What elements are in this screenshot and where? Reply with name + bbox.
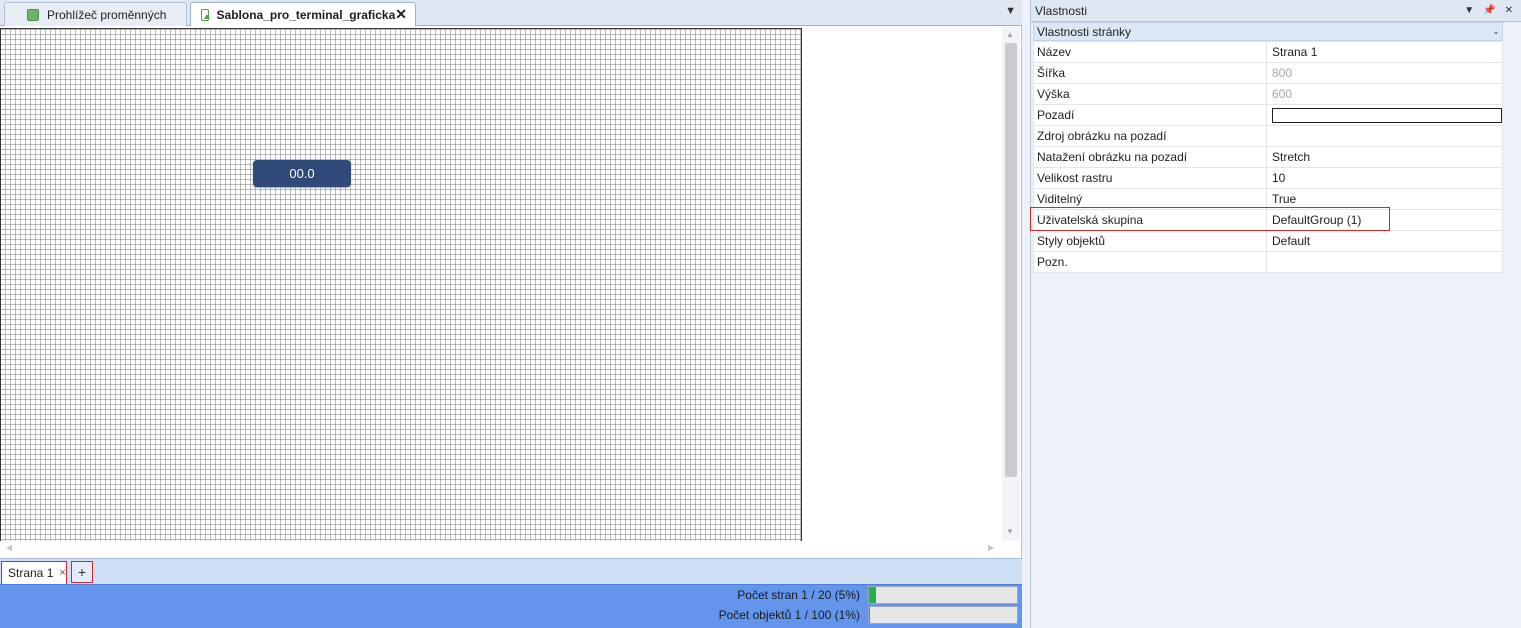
property-name: Natažení obrázku na pozadí: [1033, 146, 1267, 168]
tab-template-graphic[interactable]: Sablona_pro_terminal_graficka ✕: [190, 2, 416, 27]
page-grid[interactable]: [0, 28, 802, 541]
scroll-down-icon[interactable]: ▼: [1006, 527, 1014, 536]
object-count-progress-fill: [869, 607, 871, 623]
background-color-value[interactable]: [1266, 104, 1503, 126]
property-value[interactable]: True: [1266, 188, 1503, 210]
property-name: Výška: [1033, 83, 1267, 105]
object-count-stat: Počet objektů 1 / 100 (1%): [719, 605, 1018, 625]
property-name: Styly objektů: [1033, 230, 1267, 252]
page-tab-strana-1[interactable]: Strana 1 ×: [1, 561, 67, 585]
property-value[interactable]: 10: [1266, 167, 1503, 189]
property-value[interactable]: Strana 1: [1266, 41, 1503, 63]
tab-list-dropdown-icon[interactable]: ▼: [1005, 5, 1016, 17]
image-document-icon: [201, 8, 210, 21]
scroll-thumb[interactable]: [1005, 43, 1017, 477]
property-value[interactable]: [1266, 125, 1503, 147]
page-tab-label: Strana 1: [8, 566, 54, 580]
property-name: Velikost rastru: [1033, 167, 1267, 189]
property-row[interactable]: Zdroj obrázku na pozadí: [1033, 125, 1503, 147]
properties-panel: Vlastnosti ▼ 📌 ✕ Vlastnosti stránky - Ná…: [1030, 0, 1521, 628]
editor-pane: Prohlížeč proměnných Sablona_pro_termina…: [0, 0, 1022, 628]
property-name: Pozadí: [1033, 104, 1267, 126]
property-name: Pozn.: [1033, 251, 1267, 273]
properties-header: Vlastnosti ▼ 📌 ✕: [1031, 0, 1521, 22]
close-icon[interactable]: ✕: [1505, 5, 1513, 16]
scroll-left-icon[interactable]: ◀: [6, 543, 12, 552]
property-row[interactable]: Výška 600: [1033, 83, 1503, 105]
app-window: Prohlížeč proměnných Sablona_pro_termina…: [0, 0, 1521, 628]
property-name: Uživatelská skupina: [1033, 209, 1267, 231]
variable-list-icon: [27, 8, 39, 21]
tab-label: Sablona_pro_terminal_graficka: [216, 7, 396, 22]
horizontal-scrollbar[interactable]: ◀ ▶: [0, 541, 1002, 557]
property-value[interactable]: DefaultGroup (1): [1266, 209, 1503, 231]
design-canvas[interactable]: 00.0: [0, 27, 1002, 541]
scroll-right-icon[interactable]: ▶: [988, 543, 994, 552]
tab-label: Prohlížeč proměnných: [47, 7, 167, 22]
property-row-user-group[interactable]: Uživatelská skupina DefaultGroup (1): [1033, 209, 1503, 231]
page-count-label: Počet stran 1 / 20 (5%): [737, 588, 860, 602]
close-page-icon[interactable]: ×: [59, 567, 65, 579]
status-bar: Počet stran 1 / 20 (5%) Počet objektů 1 …: [0, 584, 1022, 628]
property-value: 800: [1266, 62, 1503, 84]
property-row[interactable]: Natažení obrázku na pozadí Stretch: [1033, 146, 1503, 168]
section-title: Vlastnosti stránky: [1037, 24, 1132, 39]
property-value[interactable]: Stretch: [1266, 146, 1503, 168]
object-count-label: Počet objektů 1 / 100 (1%): [718, 608, 860, 622]
property-name: Šířka: [1033, 62, 1267, 84]
property-row[interactable]: Velikost rastru 10: [1033, 167, 1503, 189]
page-count-progress: [868, 586, 1018, 604]
page-count-progress-fill: [869, 587, 877, 603]
document-tabstrip: Prohlížeč proměnných Sablona_pro_termina…: [0, 0, 1022, 27]
page-count-stat: Počet stran 1 / 20 (5%): [737, 585, 1018, 605]
property-value: 600: [1266, 83, 1503, 105]
property-grid: Název Strana 1 Šířka 800 Výška 600 Pozad…: [1033, 41, 1503, 273]
pin-icon[interactable]: 📌: [1483, 5, 1495, 16]
scroll-up-icon[interactable]: ▲: [1006, 30, 1014, 39]
numeric-display-object[interactable]: 00.0: [253, 160, 351, 187]
property-row[interactable]: Šířka 800: [1033, 62, 1503, 84]
close-icon[interactable]: ✕: [395, 6, 407, 23]
panel-menu-icon[interactable]: ▼: [1464, 5, 1474, 16]
property-row[interactable]: Viditelný True: [1033, 188, 1503, 210]
property-row[interactable]: Pozadí: [1033, 104, 1503, 126]
vertical-scrollbar[interactable]: ▲ ▼: [1002, 27, 1020, 541]
property-value[interactable]: Default: [1266, 230, 1503, 252]
properties-title: Vlastnosti: [1035, 3, 1088, 18]
property-name: Viditelný: [1033, 188, 1267, 210]
property-row[interactable]: Pozn.: [1033, 251, 1503, 273]
property-name: Název: [1033, 41, 1267, 63]
property-row[interactable]: Název Strana 1: [1033, 41, 1503, 63]
property-row[interactable]: Styly objektů Default: [1033, 230, 1503, 252]
tab-variable-browser[interactable]: Prohlížeč proměnných: [4, 2, 187, 26]
add-page-button[interactable]: +: [71, 561, 93, 583]
property-value[interactable]: [1266, 251, 1503, 273]
page-properties-section[interactable]: Vlastnosti stránky -: [1033, 22, 1503, 41]
property-name: Zdroj obrázku na pozadí: [1033, 125, 1267, 147]
page-tabstrip: Strana 1 × +: [0, 558, 1022, 585]
color-swatch[interactable]: [1272, 107, 1502, 123]
object-count-progress: [868, 606, 1018, 624]
collapse-icon[interactable]: -: [1494, 25, 1498, 39]
